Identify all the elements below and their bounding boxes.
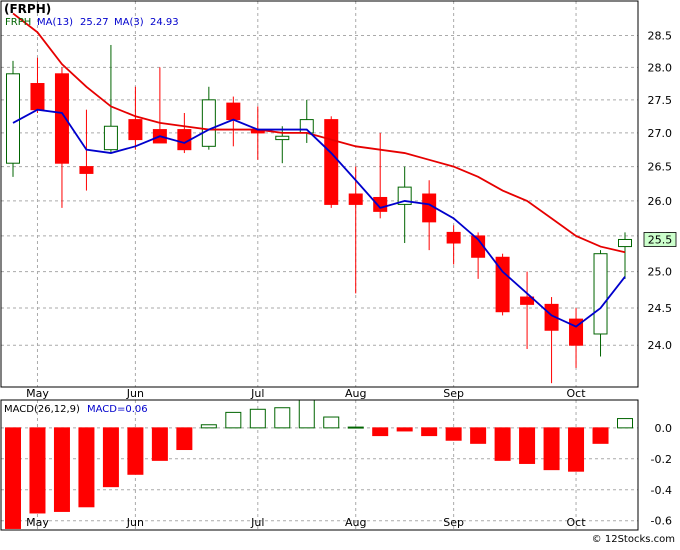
price-x-tick-label: Jul: [250, 387, 264, 400]
macd-bar-positive: [323, 416, 340, 429]
price-tick-label: 24.0: [648, 339, 673, 352]
macd-bar-negative: [5, 427, 21, 529]
macd-x-tick-label: Jul: [250, 516, 264, 529]
macd-bar-positive: [617, 418, 633, 429]
price-tick-label: 27.5: [648, 94, 673, 107]
macd-x-tick-label: May: [26, 516, 49, 529]
candle-up: [593, 253, 608, 335]
macd-x-tick-label: Jun: [126, 516, 144, 529]
price-tick-label: 26.5: [648, 161, 673, 174]
macd-legend: MACD(26,12,9) MACD=0.06: [4, 404, 148, 415]
price-tick-label: 25.0: [648, 266, 673, 279]
price-tick-label: 27.0: [648, 127, 673, 140]
ticker-title: (FRPH): [4, 2, 51, 16]
last-price-value: 25.5: [648, 233, 673, 246]
macd-bar-negative: [396, 427, 413, 432]
price-tick-label: 28.5: [648, 29, 673, 42]
chart-canvas: 24.0 24.5 25.0 25.5 26.0 26.5 27.0 27.5 28.0 28.5…: [0, 0, 680, 546]
macd-bar-negative: [102, 427, 119, 488]
candle-down: [348, 193, 363, 205]
macd-x-tick-label: Aug: [345, 516, 366, 529]
price-tick-label: 24.5: [648, 302, 673, 315]
price-x-tick-label: Jun: [126, 387, 144, 400]
macd-bar-negative: [372, 427, 389, 437]
legend-ma13-label: MA(13): [37, 17, 73, 28]
legend-ma13-value: 25.27: [80, 17, 109, 28]
price-x-tick-label: Aug: [345, 387, 366, 400]
macd-bar-negative: [29, 427, 46, 514]
candle-down: [128, 119, 143, 141]
candle-up: [618, 238, 632, 248]
macd-tick-label: -0.4: [651, 484, 672, 497]
macd-tick-label: -0.2: [651, 453, 672, 466]
last-price-tag: 25.5: [643, 232, 677, 247]
price-x-tick-label: May: [26, 387, 49, 400]
macd-x-tick-label: Oct: [567, 516, 587, 529]
candle-down: [373, 196, 388, 212]
legend-symbol: FRPH: [5, 17, 31, 28]
price-tick-label: 28.0: [648, 61, 673, 74]
macd-bar-negative: [519, 427, 536, 464]
macd-legend-value: MACD=0.06: [87, 404, 148, 415]
price-tick-label: 26.0: [648, 195, 673, 208]
macd-x-tick-label: Sep: [443, 516, 464, 529]
macd-tick-label: -0.6: [651, 515, 672, 528]
macd-bar-negative: [53, 427, 70, 512]
price-x-tick-label: Oct: [567, 387, 587, 400]
macd-bar-positive: [347, 426, 364, 429]
candle-up: [275, 135, 290, 141]
macd-bar-positive: [249, 408, 266, 429]
macd-bar-negative: [470, 427, 487, 444]
candle-up: [201, 99, 216, 147]
legend-ma3-label: MA(3): [114, 17, 144, 28]
candle-down: [79, 166, 94, 174]
candle-down: [324, 119, 339, 205]
macd-legend-label: MACD(26,12,9): [4, 404, 80, 415]
macd-bar-negative: [421, 427, 438, 437]
macd-bar-negative: [78, 427, 95, 508]
macd-bar-negative: [445, 427, 462, 441]
stock-chart: 24.0 24.5 25.0 25.5 26.0 26.5 27.0 27.5 28.0 28.5…: [0, 0, 680, 546]
macd-bar-negative: [176, 427, 193, 451]
macd-bar-negative: [494, 427, 511, 461]
legend-ma3-value: 24.93: [150, 17, 179, 28]
copyright-footer: © 12Stocks.com: [592, 534, 675, 545]
macd-bar-negative: [592, 427, 609, 444]
candle-down: [226, 102, 241, 121]
macd-tick-label: 0.0: [655, 422, 673, 435]
macd-bar-positive: [200, 424, 217, 429]
candle-down: [30, 83, 45, 111]
candle-up: [299, 119, 314, 134]
macd-bar-positive: [225, 411, 242, 429]
macd-bar-negative: [151, 427, 168, 461]
macd-bar-positive: [298, 399, 315, 429]
candle-down: [446, 231, 461, 244]
macd-bar-negative: [127, 427, 144, 475]
macd-bar-negative: [568, 427, 585, 472]
macd-bar-negative: [543, 427, 560, 471]
macd-bar-positive: [274, 407, 291, 429]
price-x-tick-label: Sep: [443, 387, 464, 400]
price-legend: FRPH MA(13) 25.27 MA(3) 24.93: [5, 17, 179, 28]
candle-up: [103, 125, 118, 151]
candle-up: [6, 73, 20, 164]
